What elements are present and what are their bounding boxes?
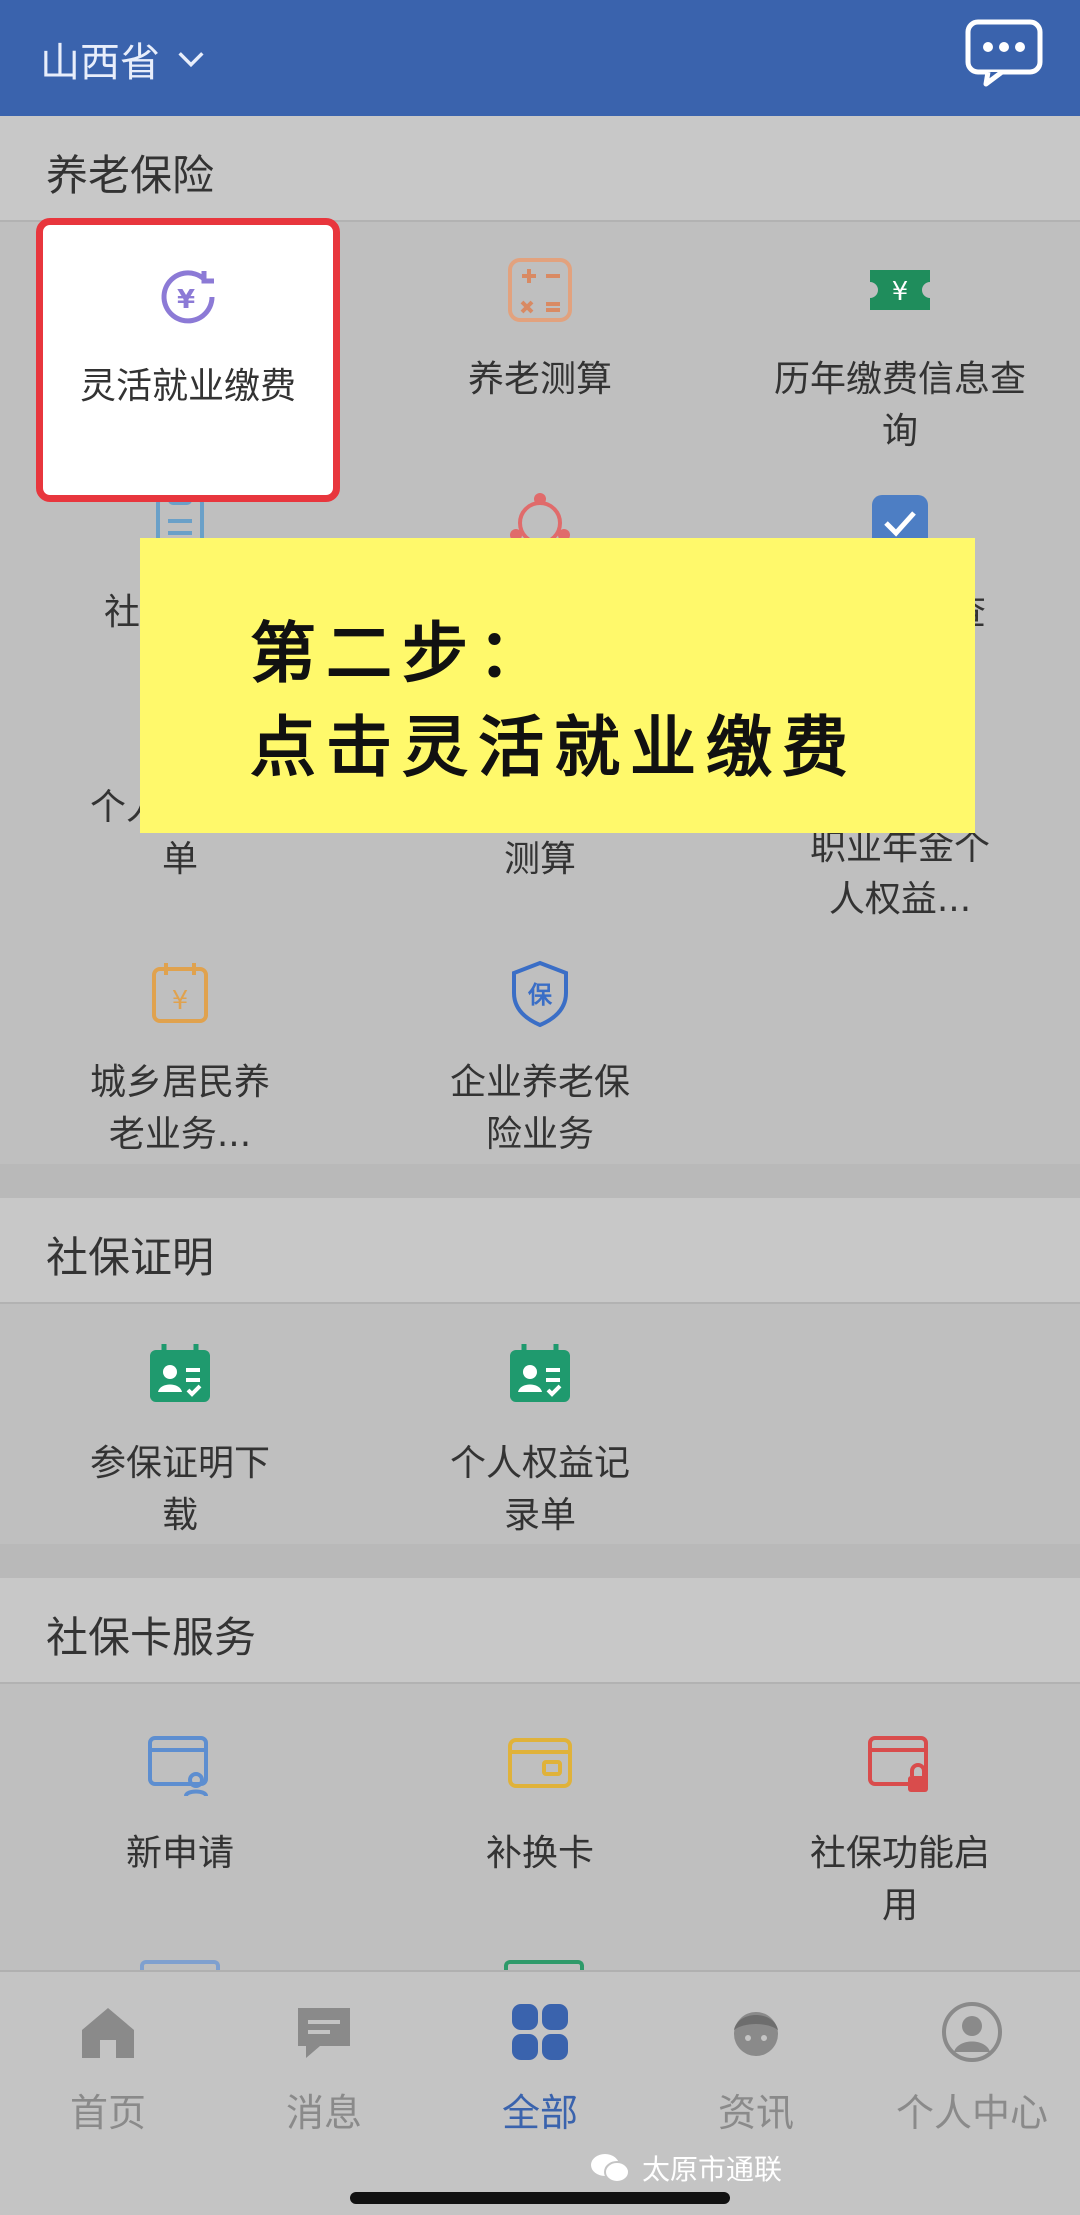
tab-home[interactable]: 首页 bbox=[0, 2000, 216, 2137]
home-indicator bbox=[350, 2192, 730, 2204]
yuan-circle-icon: ¥ bbox=[161, 270, 215, 324]
news-person-icon bbox=[734, 2012, 778, 2056]
tile-label: 个人权益记录单 bbox=[449, 1443, 630, 1536]
tile-label: 灵活就业缴费 bbox=[79, 366, 296, 407]
tile-label: 新申请 bbox=[125, 1833, 234, 1874]
tab-news[interactable]: 资讯 bbox=[648, 2000, 864, 2137]
tile-label: 历年缴费信息查询 bbox=[773, 359, 1026, 452]
tile-personal-rights-record[interactable]: 个人权益记录单 bbox=[360, 1338, 720, 1542]
tile-label: 参保证明下载 bbox=[89, 1443, 270, 1536]
tile-flexible-employment-payment[interactable]: ¥ 灵活就业缴费 bbox=[36, 218, 340, 502]
section-title: 社保卡服务 bbox=[46, 1613, 257, 1662]
top-bar: 山西省 bbox=[0, 0, 1080, 116]
tab-label: 资讯 bbox=[717, 2091, 794, 2135]
tile-payment-history[interactable]: ¥ 历年缴费信息查询 bbox=[720, 254, 1080, 458]
card-grid: 新申请 补换卡 社保功能启用 bbox=[0, 1684, 1080, 1974]
tile-pension-calc[interactable]: 养老测算 bbox=[360, 254, 720, 406]
grid-icon bbox=[512, 2004, 568, 2060]
tile-rural-pension[interactable]: ¥ 城乡居民养老业务... bbox=[0, 957, 360, 1161]
id-card-calendar-icon bbox=[150, 1344, 210, 1402]
province-selector[interactable]: 山西省 bbox=[40, 30, 208, 88]
instruction-banner: 第二步： 点击灵活就业缴费 bbox=[140, 538, 975, 833]
tile-annuity[interactable]: 职业年金个人权益... bbox=[720, 822, 1080, 926]
watermark: 太原市通联 bbox=[590, 2148, 782, 2188]
tile-label: 养老测算 bbox=[467, 359, 612, 400]
message-icon bbox=[298, 2008, 350, 2058]
tab-label: 全部 bbox=[501, 2091, 578, 2135]
tab-label: 首页 bbox=[69, 2091, 146, 2135]
section-divider bbox=[0, 1164, 1080, 1198]
card-person-icon bbox=[148, 1736, 208, 1797]
tile-label: 职业年金个人权益... bbox=[809, 827, 990, 920]
wechat-icon bbox=[591, 2154, 630, 2183]
tab-messages[interactable]: 消息 bbox=[216, 2000, 432, 2137]
calculator-icon bbox=[508, 258, 572, 322]
bottom-tab-bar: 首页 消息 全部 资讯 个人中心 太原市通联 bbox=[0, 1970, 1080, 2215]
svg-text:¥: ¥ bbox=[892, 277, 909, 307]
chevron-down-icon bbox=[178, 52, 204, 68]
user-icon bbox=[942, 2002, 1002, 2062]
tab-label: 消息 bbox=[285, 2091, 362, 2135]
tab-label: 个人中心 bbox=[895, 2091, 1048, 2135]
section-header-proof: 社保证明 bbox=[0, 1198, 1080, 1304]
section-title: 社保证明 bbox=[46, 1233, 215, 1282]
watermark-text: 太原市通联 bbox=[642, 2153, 783, 2186]
svg-text:保: 保 bbox=[527, 981, 553, 1009]
section-title: 养老保险 bbox=[46, 151, 215, 200]
banner-line-2: 点击灵活就业缴费 bbox=[250, 708, 858, 786]
chat-bubble-icon[interactable] bbox=[964, 18, 1044, 88]
tile-enterprise-pension[interactable]: 保 企业养老保险业务 bbox=[360, 957, 720, 1161]
province-label: 山西省 bbox=[40, 40, 160, 86]
tile-label: 城乡居民养老业务... bbox=[89, 1062, 270, 1155]
svg-text:¥: ¥ bbox=[172, 986, 189, 1016]
calendar-yuan-icon: ¥ bbox=[152, 963, 208, 1023]
home-icon bbox=[82, 2008, 134, 2058]
svg-text:¥: ¥ bbox=[177, 285, 195, 315]
tab-profile[interactable]: 个人中心 bbox=[864, 2000, 1080, 2137]
shield-bao-icon: 保 bbox=[512, 960, 568, 1028]
section-header-pension: 养老保险 bbox=[0, 116, 1080, 222]
tile-label: 补换卡 bbox=[485, 1833, 594, 1874]
tile-label: 社保功能启用 bbox=[809, 1833, 990, 1926]
card-wallet-icon bbox=[508, 1738, 572, 1788]
tile-new-application[interactable]: 新申请 bbox=[0, 1728, 360, 1880]
tile-insurance-proof-download[interactable]: 参保证明下载 bbox=[0, 1338, 360, 1542]
tile-card-replacement[interactable]: 补换卡 bbox=[360, 1728, 720, 1880]
banner-line-1: 第二步： bbox=[250, 614, 554, 692]
tab-all[interactable]: 全部 bbox=[432, 2000, 648, 2137]
section-divider bbox=[0, 1544, 1080, 1578]
ticket-yuan-icon: ¥ bbox=[870, 270, 930, 310]
tile-card-activation[interactable]: 社保功能启用 bbox=[720, 1728, 1080, 1932]
card-lock-icon bbox=[868, 1736, 928, 1792]
tile-label: 企业养老保险业务 bbox=[449, 1062, 630, 1155]
proof-grid: 参保证明下载 个人权益记录单 bbox=[0, 1304, 1080, 1544]
id-card-calendar-icon bbox=[510, 1344, 570, 1402]
section-header-card: 社保卡服务 bbox=[0, 1578, 1080, 1684]
